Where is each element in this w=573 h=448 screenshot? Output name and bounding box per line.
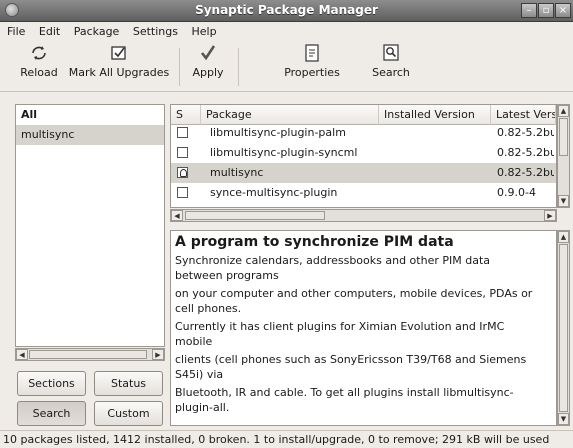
package-table-hscrollbar[interactable]: ◀ ▶ <box>170 209 557 222</box>
table-row[interactable]: libmultisync-plugin-syncml 0.82-5.2build… <box>171 143 556 163</box>
installed-version <box>384 143 484 163</box>
menu-help[interactable]: Help <box>186 22 221 41</box>
mark-all-upgrades-icon <box>111 46 126 60</box>
menu-file[interactable]: File <box>2 22 30 41</box>
search-filter-button[interactable]: Search <box>17 401 86 426</box>
filter-item-multisync[interactable]: multisync <box>16 125 164 145</box>
apply-label: Apply <box>192 66 224 79</box>
table-row[interactable]: libmultisync-plugin-palm 0.82-5.2build1 <box>171 123 556 143</box>
installed-version <box>384 123 484 143</box>
properties-icon <box>305 44 319 62</box>
latest-version: 0.82-5.2build1 <box>497 166 554 179</box>
title-bar: Synaptic Package Manager – ▫ × <box>0 0 573 22</box>
description-paragraph: on your computer and other computers, mo… <box>175 287 533 315</box>
installed-version <box>384 163 484 183</box>
scroll-up-icon[interactable]: ▲ <box>558 231 569 243</box>
reload-button[interactable]: Reload <box>14 44 64 79</box>
package-table[interactable]: S Package Installed Version Latest Versi… <box>170 104 557 208</box>
latest-version: 0.82-5.2build1 <box>497 126 554 139</box>
scroll-left-icon[interactable]: ◀ <box>171 210 183 221</box>
menu-package[interactable]: Package <box>69 22 125 41</box>
reload-icon <box>32 46 46 60</box>
scroll-up-icon[interactable]: ▲ <box>558 105 569 117</box>
column-header-status[interactable]: S <box>171 105 201 125</box>
description-paragraph: clients (cell phones such as SonyEricsso… <box>175 353 527 381</box>
mark-all-upgrades-label: Mark All Upgrades <box>68 66 170 79</box>
reload-label: Reload <box>20 66 58 79</box>
properties-button[interactable]: Properties <box>281 44 343 79</box>
menu-edit[interactable]: Edit <box>34 22 65 41</box>
scrollbar-thumb[interactable] <box>559 244 568 412</box>
package-name: libmultisync-plugin-palm <box>210 126 346 139</box>
filter-list-hscrollbar[interactable]: ◀ ▶ <box>15 348 165 361</box>
column-header-installed-version[interactable]: Installed Version <box>379 105 491 125</box>
status-checkbox[interactable] <box>177 127 188 138</box>
scroll-down-icon[interactable]: ▼ <box>558 195 569 207</box>
description-paragraph: Currently it has client plugins for Ximi… <box>175 320 505 348</box>
toolbar-separator <box>238 48 239 86</box>
search-icon <box>383 44 399 61</box>
menu-bar: File Edit Package Settings Help <box>0 22 573 42</box>
package-name: synce-multisync-plugin <box>210 186 338 199</box>
close-icon[interactable]: × <box>555 3 571 18</box>
description-heading: A program to synchronize PIM data <box>175 234 454 250</box>
status-checkbox[interactable] <box>177 187 188 198</box>
scroll-right-icon[interactable]: ▶ <box>152 349 164 360</box>
search-label: Search <box>372 66 410 79</box>
description-pane: A program to synchronize PIM data Synchr… <box>170 230 557 426</box>
package-name: multisync <box>210 166 264 179</box>
apply-button[interactable]: Apply <box>186 44 230 79</box>
mark-all-upgrades-button[interactable]: Mark All Upgrades <box>66 44 172 79</box>
sections-button[interactable]: Sections <box>17 371 86 396</box>
table-row[interactable]: multisync 0.82-5.2build1 <box>171 163 556 183</box>
package-table-vscrollbar[interactable]: ▲ ▼ <box>557 104 570 208</box>
table-header: S Package Installed Version Latest Versi… <box>171 105 556 125</box>
scroll-left-icon[interactable]: ◀ <box>16 349 28 360</box>
filter-item-all[interactable]: All <box>16 105 164 125</box>
column-header-latest-version[interactable]: Latest Version <box>491 105 556 125</box>
package-name: libmultisync-plugin-syncml <box>210 146 358 159</box>
description-paragraph: Synchronize calendars, addressbooks and … <box>175 254 491 282</box>
window-title: Synaptic Package Manager <box>195 3 378 17</box>
status-button[interactable]: Status <box>94 371 163 396</box>
latest-version: 0.9.0-4 <box>497 186 536 199</box>
status-marked-install-icon[interactable] <box>177 167 188 178</box>
toolbar: Reload Mark All Upgrades Apply Propertie… <box>0 42 573 92</box>
status-checkbox[interactable] <box>177 147 188 158</box>
installed-version <box>384 183 484 203</box>
apply-check-icon <box>200 45 216 61</box>
scrollbar-thumb[interactable] <box>29 350 147 359</box>
description-vscrollbar[interactable]: ▲ ▼ <box>557 230 570 426</box>
minimize-icon[interactable]: – <box>521 3 537 18</box>
scroll-right-icon[interactable]: ▶ <box>544 210 556 221</box>
search-button[interactable]: Search <box>368 44 414 79</box>
latest-version: 0.82-5.2build1 <box>497 146 554 159</box>
filter-list[interactable]: All multisync <box>15 104 165 347</box>
scrollbar-thumb[interactable] <box>185 211 325 220</box>
description-paragraph: Bluetooth, IR and cable. To get all plug… <box>175 386 514 414</box>
scrollbar-thumb[interactable] <box>559 118 568 156</box>
scroll-down-icon[interactable]: ▼ <box>558 413 569 425</box>
maximize-icon[interactable]: ▫ <box>538 3 554 18</box>
status-bar: 10 packages listed, 1412 installed, 0 br… <box>0 430 573 448</box>
column-header-package[interactable]: Package <box>201 105 379 125</box>
table-row[interactable]: synce-multisync-plugin 0.9.0-4 <box>171 183 556 203</box>
toolbar-separator <box>179 48 180 86</box>
menu-settings[interactable]: Settings <box>128 22 183 41</box>
properties-label: Properties <box>284 66 340 79</box>
custom-button[interactable]: Custom <box>94 401 163 426</box>
